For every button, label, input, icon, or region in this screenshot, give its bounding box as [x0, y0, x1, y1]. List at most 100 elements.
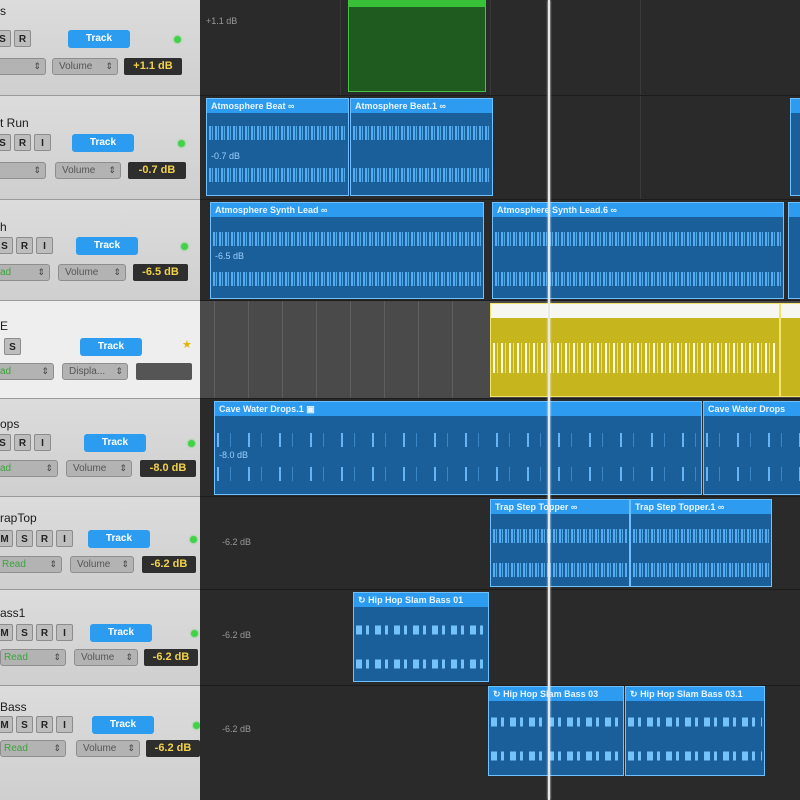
audio-region[interactable]: [780, 303, 800, 397]
solo-button[interactable]: S: [0, 134, 11, 151]
automation-value[interactable]: -6.2 dB: [142, 556, 196, 573]
track-name: E: [0, 319, 9, 333]
audio-region[interactable]: [490, 303, 780, 397]
audio-region[interactable]: ↻ Hip Hop Slam Bass 03: [488, 686, 624, 776]
automation-mode-select[interactable]: Read ⇕: [0, 649, 66, 666]
automation-param-value: Displa...: [69, 366, 106, 377]
mute-button[interactable]: M: [0, 624, 13, 641]
input-monitor-button[interactable]: I: [56, 624, 73, 641]
audio-region[interactable]: Cave Water Drops: [703, 401, 800, 495]
audio-region[interactable]: ↻ Hip Hop Slam Bass 01: [353, 592, 489, 682]
track-lane[interactable]: -6.2 dB Trap Step Topper ∞ Trap Step Top…: [200, 497, 800, 590]
track-header[interactable]: rapTop MSRI Track Read ⇕ Volume ⇕ -6.2 dB: [0, 497, 200, 590]
record-enable-button[interactable]: R: [36, 530, 53, 547]
solo-button[interactable]: S: [16, 530, 33, 547]
track-lane[interactable]: Cave Water Drops.1 ▣ -8.0 dB Cave Water …: [200, 399, 800, 497]
input-monitor-button[interactable]: I: [36, 237, 53, 254]
automation-value[interactable]: -8.0 dB: [140, 460, 196, 477]
loop-icon: ∞: [570, 502, 578, 512]
automation-param-select[interactable]: Volume ⇕: [70, 556, 134, 573]
record-enable-button[interactable]: R: [14, 134, 31, 151]
input-monitor-button[interactable]: I: [34, 134, 51, 151]
automation-mode-select[interactable]: ⇕: [0, 162, 46, 179]
solo-button[interactable]: S: [0, 30, 11, 47]
audio-region[interactable]: Cave Water Drops.1 ▣ -8.0 dB: [214, 401, 702, 495]
track-automation-button[interactable]: Track: [90, 624, 152, 642]
automation-param-select[interactable]: Volume ⇕: [55, 162, 121, 179]
track-automation-button[interactable]: Track: [76, 237, 138, 255]
solo-button[interactable]: S: [4, 338, 21, 355]
automation-value[interactable]: -6.2 dB: [146, 740, 200, 757]
automation-mode-select[interactable]: Read ⇕: [0, 740, 66, 757]
audio-region[interactable]: ↻ Hip Hop Slam Bass 03.1: [625, 686, 765, 776]
status-led-icon: [174, 36, 181, 43]
automation-param-select[interactable]: Displa... ⇕: [62, 363, 128, 380]
automation-value[interactable]: -6.5 dB: [133, 264, 188, 281]
track-header[interactable]: h SRI Track ad ⇕ Volume ⇕ -6.5 dB: [0, 200, 200, 301]
solo-button[interactable]: S: [16, 716, 33, 733]
track-lane[interactable]: +1.1 dB: [200, 0, 800, 96]
track-lane[interactable]: Atmosphere Beat ∞ -0.7 dB Atmosphere Bea…: [200, 96, 800, 200]
record-enable-button[interactable]: R: [14, 434, 31, 451]
track-header[interactable]: ops SRI Track ad ⇕ Volume ⇕ -8.0 dB: [0, 399, 200, 497]
arrange-area[interactable]: +1.1 dB Atmosphere Beat ∞ -0.7 dB Atmosp…: [200, 0, 800, 800]
audio-region[interactable]: [790, 98, 800, 196]
solo-button[interactable]: S: [0, 434, 11, 451]
automation-value[interactable]: -0.7 dB: [128, 162, 186, 179]
automation-param-select[interactable]: Volume ⇕: [58, 264, 126, 281]
grid-line: [350, 301, 351, 398]
audio-region[interactable]: Atmosphere Synth Lead ∞ -6.5 dB: [210, 202, 484, 299]
mute-button[interactable]: M: [0, 716, 13, 733]
track-automation-button[interactable]: Track: [68, 30, 130, 48]
track-lane[interactable]: Atmosphere Synth Lead ∞ -6.5 dB Atmosphe…: [200, 200, 800, 301]
track-automation-button[interactable]: Track: [88, 530, 150, 548]
automation-mode-select[interactable]: ad ⇕: [0, 264, 50, 281]
track-header[interactable]: Bass MSRI Track Read ⇕ Volume ⇕ -6.2 dB: [0, 686, 200, 800]
audio-region[interactable]: [348, 0, 486, 92]
input-monitor-button[interactable]: I: [56, 716, 73, 733]
waveform: [209, 161, 346, 189]
record-enable-button[interactable]: R: [36, 624, 53, 641]
audio-region[interactable]: Atmosphere Synth Lead.6 ∞: [492, 202, 784, 299]
track-header[interactable]: t Run SRI Track ⇕ Volume ⇕ -0.7 dB: [0, 96, 200, 200]
automation-mode-select[interactable]: ad ⇕: [0, 363, 54, 380]
automation-param-select[interactable]: Volume ⇕: [52, 58, 118, 75]
track-automation-button[interactable]: Track: [72, 134, 134, 152]
input-monitor-button[interactable]: I: [34, 434, 51, 451]
automation-param-select[interactable]: Volume ⇕: [66, 460, 132, 477]
solo-button[interactable]: S: [16, 624, 33, 641]
track-automation-button[interactable]: Track: [80, 338, 142, 356]
mute-button[interactable]: M: [0, 530, 13, 547]
track-automation-button[interactable]: Track: [92, 716, 154, 734]
record-enable-button[interactable]: R: [14, 30, 31, 47]
track-lane-selected[interactable]: [200, 301, 800, 399]
grid-line: [340, 0, 341, 95]
audio-region[interactable]: Atmosphere Beat ∞ -0.7 dB: [206, 98, 349, 196]
audio-region[interactable]: Trap Step Topper.1 ∞: [630, 499, 772, 587]
automation-value[interactable]: [136, 363, 192, 380]
automation-value[interactable]: +1.1 dB: [124, 58, 182, 75]
input-monitor-button[interactable]: I: [56, 530, 73, 547]
solo-button[interactable]: S: [0, 237, 13, 254]
audio-region[interactable]: [788, 202, 800, 299]
track-lane[interactable]: -6.2 dB ↻ Hip Hop Slam Bass 03 ↻ Hip Hop…: [200, 686, 800, 800]
automation-value[interactable]: -6.2 dB: [144, 649, 198, 666]
region-name: Hip Hop Slam Bass 03.1: [640, 689, 743, 699]
track-header[interactable]: ass1 MSRI Track Read ⇕ Volume ⇕ -6.2 dB: [0, 590, 200, 686]
track-lane[interactable]: -6.2 dB ↻ Hip Hop Slam Bass 01: [200, 590, 800, 686]
automation-mode-select[interactable]: Read ⇕: [0, 556, 62, 573]
waveform: [493, 522, 627, 550]
audio-region[interactable]: Atmosphere Beat.1 ∞: [350, 98, 493, 196]
automation-param-select[interactable]: Volume ⇕: [76, 740, 140, 757]
automation-mode-value: ad: [0, 267, 12, 278]
automation-mode-select[interactable]: ad ⇕: [0, 460, 58, 477]
audio-region[interactable]: Trap Step Topper ∞: [490, 499, 630, 587]
record-enable-button[interactable]: R: [16, 237, 33, 254]
track-header-selected[interactable]: E S Track ★ ad ⇕ Displa... ⇕: [0, 301, 200, 399]
automation-mode-select[interactable]: ⇕: [0, 58, 46, 75]
track-header[interactable]: s SR Track ⇕ Volume ⇕ +1.1 dB: [0, 0, 200, 96]
record-enable-button[interactable]: R: [36, 716, 53, 733]
playhead[interactable]: [548, 0, 550, 800]
track-automation-button[interactable]: Track: [84, 434, 146, 452]
automation-param-select[interactable]: Volume ⇕: [74, 649, 138, 666]
